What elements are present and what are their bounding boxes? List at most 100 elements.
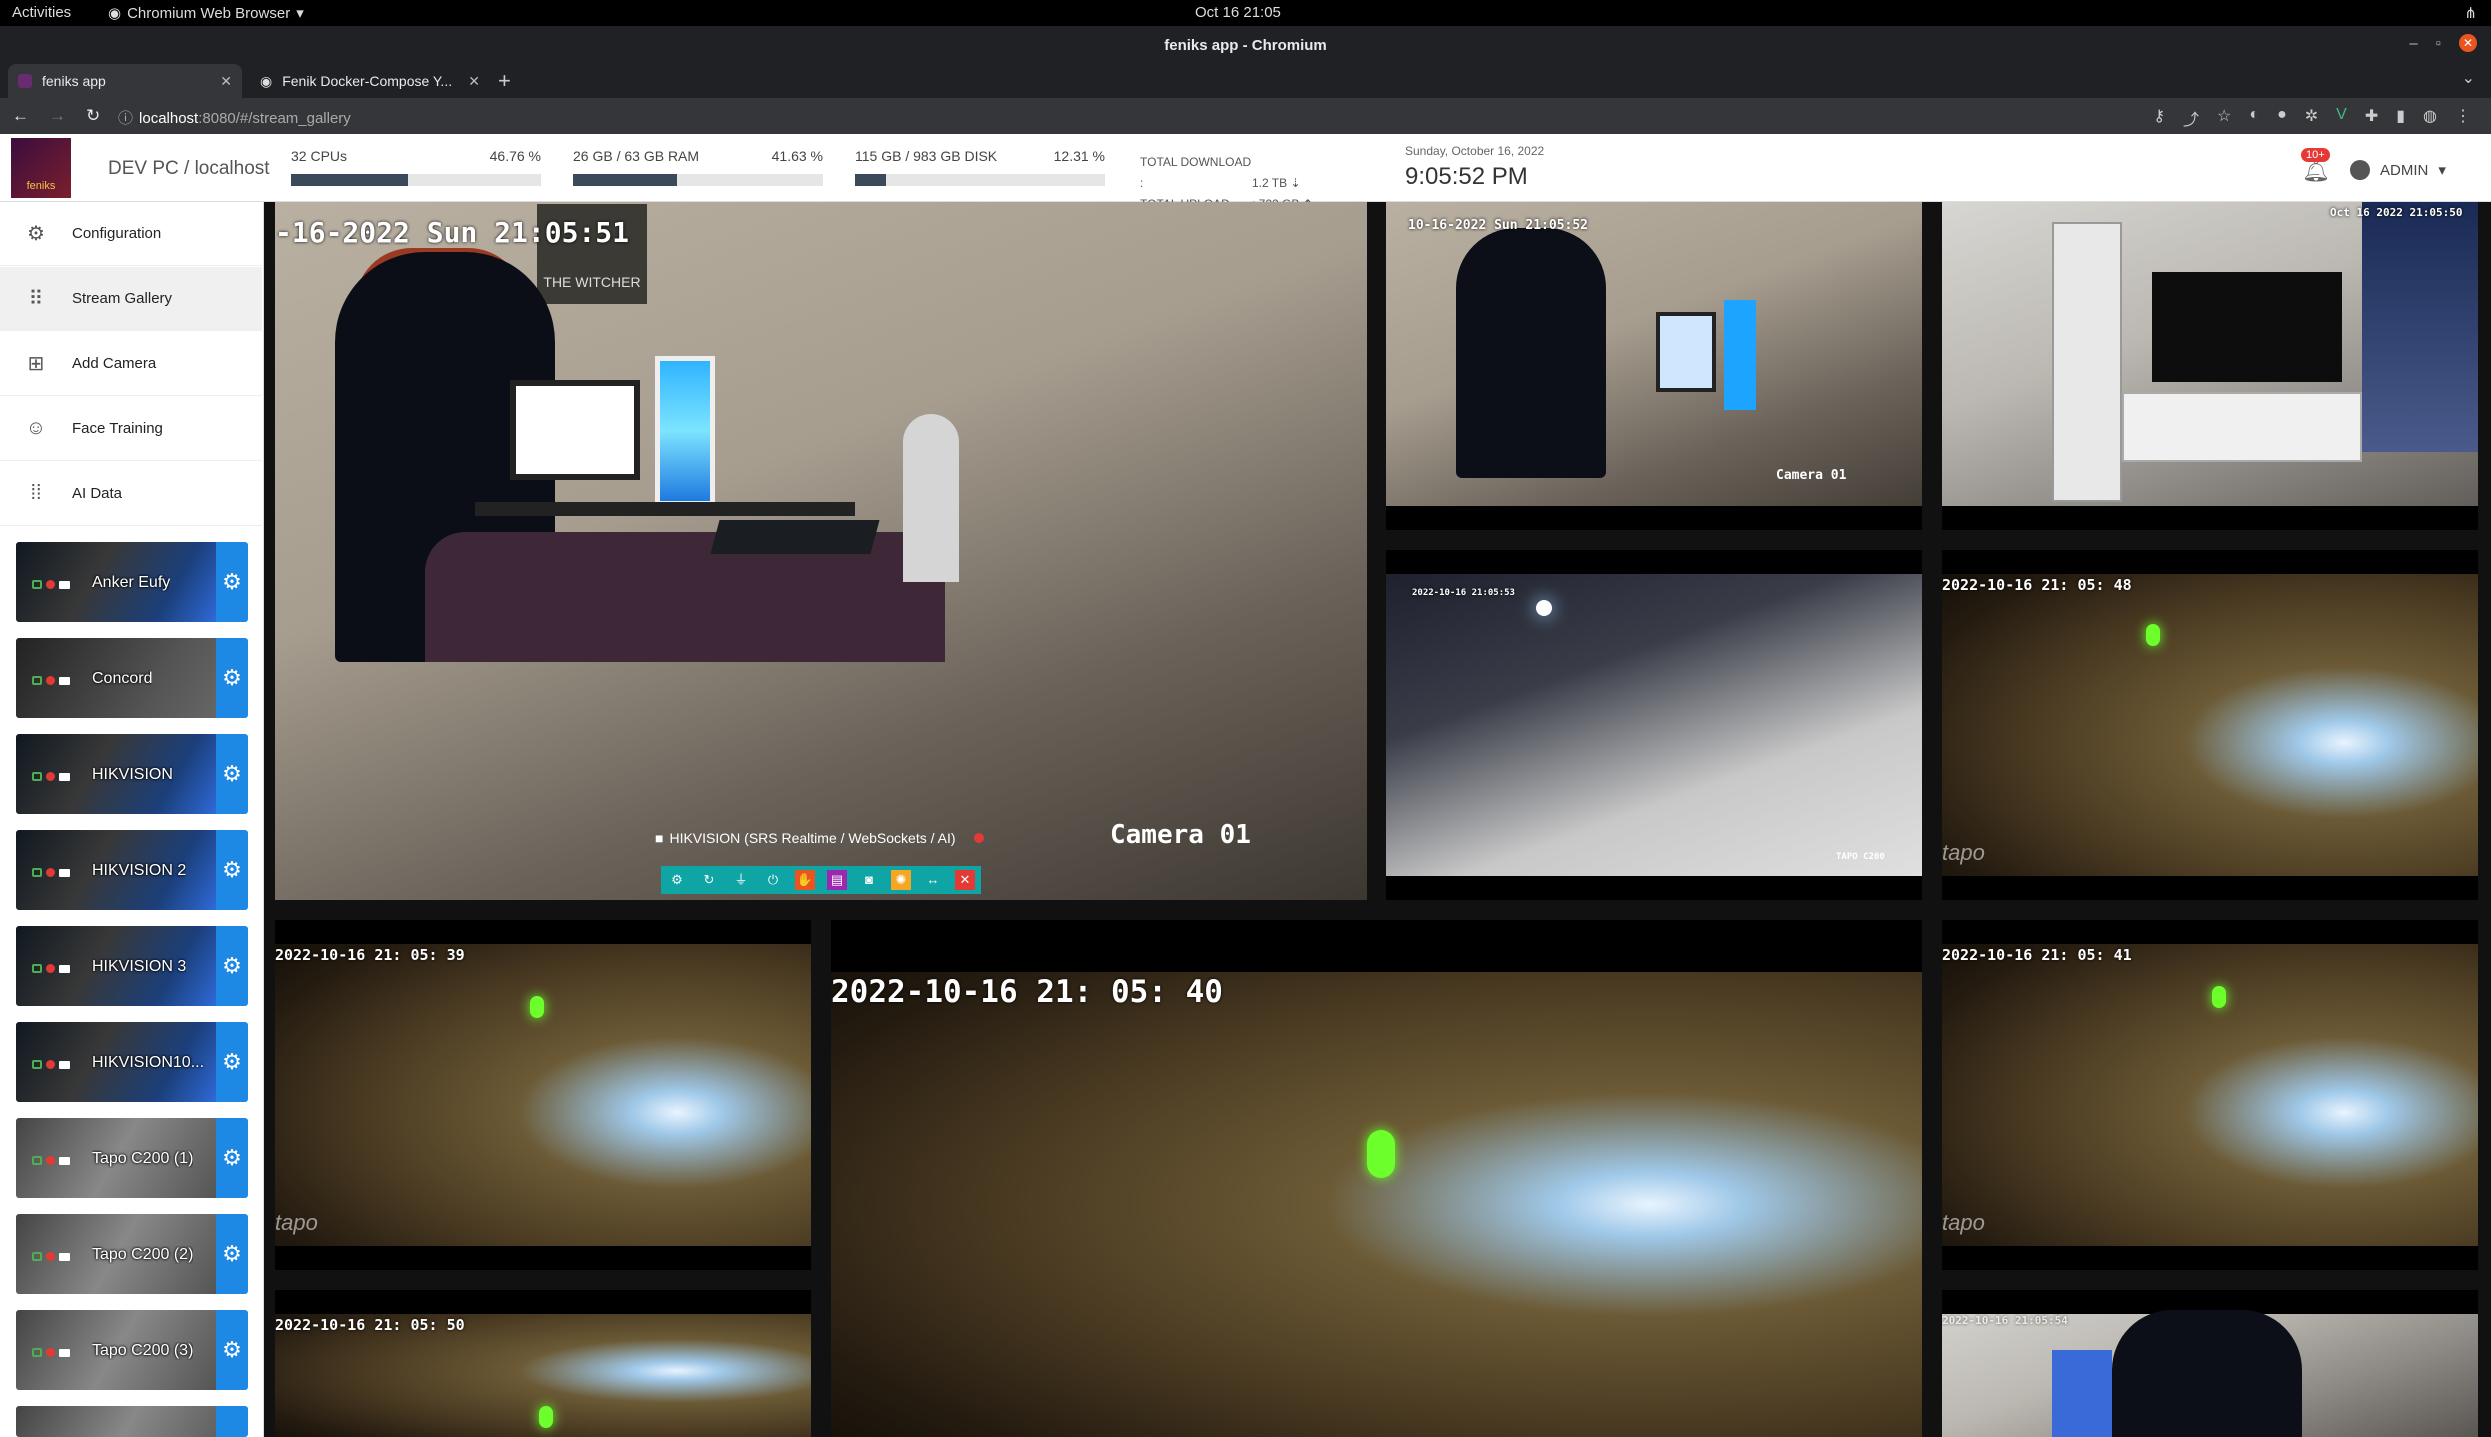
video-camera-icon — [59, 1060, 70, 1069]
stream-timestamp: 2022-10-16 21: 05: 48 — [1942, 576, 2132, 594]
camera-snapshot-icon[interactable]: ◙ — [859, 870, 879, 890]
reload-icon[interactable]: ↻ — [86, 106, 100, 126]
share-icon[interactable]: ⤴ — [2183, 106, 2199, 130]
extension-icon[interactable]: ✲ — [2305, 106, 2318, 130]
video-camera-icon: ■ — [655, 830, 664, 846]
camera-settings-button[interactable]: ⚙ — [216, 1310, 248, 1390]
menu-label: Configuration — [72, 225, 162, 242]
camera-item-hikvision-3[interactable]: HIKVISION 3 ⚙ — [16, 926, 248, 1006]
app-menu[interactable]: ◉ Chromium Web Browser ▾ — [108, 4, 304, 23]
stream-tile-8[interactable]: 2022-10-16 21: 05: 41 tapo — [1942, 920, 2478, 1270]
tab-feniks-app[interactable]: feniks app ✕ — [8, 64, 242, 98]
menu-face-training[interactable]: ☺ Face Training — [0, 397, 262, 461]
extension-icon[interactable]: ◐ — [2249, 106, 2259, 130]
forward-icon[interactable]: → — [49, 106, 66, 126]
stream-tile-4[interactable]: 2022-10-16 21:05:53 TAPO C200 — [1386, 550, 1922, 900]
menu-label: AI Data — [72, 485, 123, 502]
camera-item-anker-eufy[interactable]: Anker Eufy ⚙ — [16, 542, 248, 622]
plus-box-icon: ⊞ — [27, 353, 45, 375]
camera-settings-button[interactable]: ⚙ — [216, 542, 248, 622]
camera-item-hikvision[interactable]: HIKVISION ⚙ — [16, 734, 248, 814]
video-camera-icon — [59, 676, 70, 685]
minimize-icon[interactable]: – — [2409, 35, 2417, 52]
stream-tile-9[interactable]: 2022-10-16 21: 05: 50 — [275, 1290, 811, 1437]
lightbulb-icon[interactable]: ✺ — [891, 870, 911, 890]
extension-icon[interactable]: ● — [2277, 106, 2287, 130]
key-icon[interactable]: ⚷ — [2153, 106, 2165, 130]
camera-settings-button[interactable]: ⚙ — [216, 830, 248, 910]
menu-configuration[interactable]: ⚙ Configuration — [0, 202, 262, 266]
close-tab-icon[interactable]: ✕ — [220, 73, 232, 90]
stream-timestamp: -16-2022 Sun 21:05:51 — [275, 216, 630, 249]
maximize-icon[interactable]: ▫ — [2436, 35, 2441, 52]
power-icon[interactable]: ⏻ — [763, 870, 783, 890]
app-menu-label: Chromium Web Browser — [127, 4, 291, 22]
close-window-icon[interactable]: ✕ — [2459, 34, 2477, 52]
stream-tile-hikvision-main[interactable]: THE WITCHER -16-2022 Sun 21:05:51 Camera… — [275, 202, 1367, 900]
puzzle-extensions-icon[interactable]: ✚ — [2365, 106, 2378, 130]
profile-icon[interactable]: ◍ — [2423, 106, 2437, 130]
bookmark-star-icon[interactable]: ☆ — [2217, 106, 2231, 130]
camera-name: Tapo C200 (3) — [92, 1342, 194, 1359]
camera-settings-button[interactable]: ⚙ — [216, 1118, 248, 1198]
stream-caption: ■ HIKVISION (SRS Realtime / WebSockets / … — [655, 830, 984, 846]
stream-status-icon — [32, 1156, 42, 1165]
menu-label: Face Training — [72, 420, 163, 437]
camera-settings-button[interactable] — [216, 1406, 248, 1437]
chat-icon[interactable]: ▤ — [827, 870, 847, 890]
feniks-logo[interactable]: feniks — [11, 138, 71, 198]
menu-ai-data[interactable]: ⁞⁞ AI Data — [0, 462, 262, 526]
camera-item-concord[interactable]: Concord ⚙ — [16, 638, 248, 718]
camera-item-tapo-c200-2[interactable]: Tapo C200 (2) ⚙ — [16, 1214, 248, 1294]
video-camera-icon — [59, 964, 70, 973]
stream-tile-10[interactable]: 2022-10-16 21:05:54 — [1942, 1290, 2478, 1437]
url-field[interactable]: ⓘ localhost:8080/#/stream_gallery — [118, 107, 351, 128]
camera-item-partial[interactable] — [16, 1406, 248, 1437]
new-tab-icon[interactable]: + — [498, 68, 511, 94]
close-tab-icon[interactable]: ✕ — [468, 73, 480, 90]
side-panel-icon[interactable]: ▮ — [2396, 106, 2405, 130]
plug-icon[interactable]: ⏚ — [731, 870, 751, 890]
stream-tile-5[interactable]: 2022-10-16 21: 05: 48 tapo — [1942, 550, 2478, 900]
menu-stream-gallery[interactable]: ⠿ Stream Gallery — [0, 267, 262, 331]
system-clock[interactable]: Oct 16 21:05 — [1195, 4, 1281, 21]
activities-button[interactable]: Activities — [12, 4, 71, 21]
scene-object — [1724, 300, 1756, 410]
camera-settings-button[interactable]: ⚙ — [216, 926, 248, 1006]
close-stream-icon[interactable]: ✕ — [955, 870, 975, 890]
camera-item-tapo-c200-1[interactable]: Tapo C200 (1) ⚙ — [16, 1118, 248, 1198]
camera-settings-button[interactable]: ⚙ — [216, 1214, 248, 1294]
camera-settings-button[interactable]: ⚙ — [216, 1022, 248, 1102]
camera-item-hikvision10[interactable]: HIKVISION10... ⚙ — [16, 1022, 248, 1102]
camera-name: HIKVISION — [92, 766, 173, 783]
stream-tile-6[interactable]: 2022-10-16 21: 05: 39 tapo — [275, 920, 811, 1270]
current-time: 9:05:52 PM — [1405, 163, 1528, 190]
back-icon[interactable]: ← — [12, 106, 29, 126]
expand-icon[interactable]: ↔ — [923, 870, 943, 890]
network-icon[interactable]: ⋔ — [2464, 4, 2477, 22]
settings-icon[interactable]: ⚙ — [667, 870, 687, 890]
tab-fenik-docker-compose[interactable]: ◉ Fenik Docker-Compose Y... ✕ — [250, 64, 490, 98]
camera-settings-button[interactable]: ⚙ — [216, 638, 248, 718]
tab-search-icon[interactable]: ⌄ — [2462, 68, 2475, 88]
refresh-icon[interactable]: ↻ — [699, 870, 719, 890]
stream-status-icon — [32, 676, 42, 685]
camera-item-hikvision-2[interactable]: HIKVISION 2 ⚙ — [16, 830, 248, 910]
mute-icon[interactable]: ✋ — [795, 870, 815, 890]
stream-tile-2[interactable]: 10-16-2022 Sun 21:05:52 Camera 01 — [1386, 202, 1922, 530]
more-menu-icon[interactable]: ⋮ — [2455, 106, 2471, 130]
scene-object — [2052, 222, 2122, 502]
stream-tile-7-large[interactable]: 2022-10-16 21: 05: 40 — [831, 920, 1922, 1437]
user-menu[interactable]: ADMIN ▾ — [2350, 160, 2446, 180]
menu-add-camera[interactable]: ⊞ Add Camera — [0, 332, 262, 396]
scene-object — [1656, 312, 1716, 392]
cpu-percent: 46.76 % — [489, 148, 541, 164]
site-info-icon[interactable]: ⓘ — [118, 110, 133, 127]
camera-item-tapo-c200-3[interactable]: Tapo C200 (3) ⚙ — [16, 1310, 248, 1390]
ram-percent: 41.63 % — [771, 148, 823, 164]
camera-name: Tapo C200 (1) — [92, 1150, 194, 1167]
vue-devtools-icon[interactable]: V — [2336, 106, 2347, 130]
download-label: TOTAL DOWNLOAD : — [1140, 155, 1252, 190]
camera-settings-button[interactable]: ⚙ — [216, 734, 248, 814]
stream-tile-3[interactable]: Oct 16 2022 21:05:50 — [1942, 202, 2478, 530]
